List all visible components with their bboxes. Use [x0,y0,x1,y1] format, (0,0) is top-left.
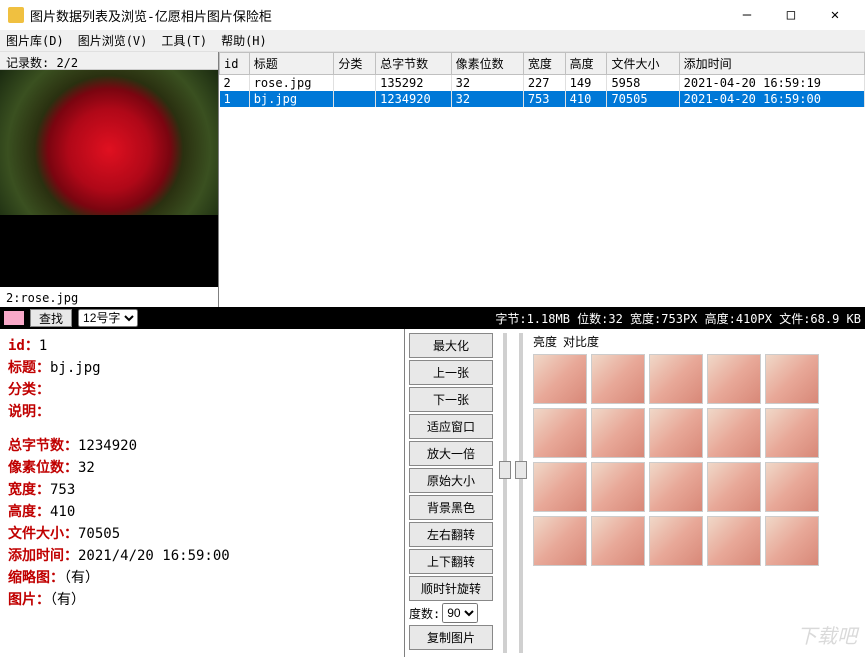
contrast-slider[interactable] [513,329,529,657]
detail-w-label: 宽度： [8,482,50,498]
thumbnail-item[interactable] [707,408,761,458]
detail-cat-label: 分类： [8,382,50,398]
find-button[interactable]: 查找 [30,309,72,327]
fit-btn[interactable]: 适应窗口 [409,414,493,439]
detail-size-value: 70505 [78,526,120,542]
next-btn[interactable]: 下一张 [409,387,493,412]
thumbnail-item[interactable] [533,354,587,404]
thumbnail-item[interactable] [591,516,645,566]
col-title[interactable]: 标题 [249,53,334,75]
detail-id-label: id： [8,338,39,354]
detail-size-label: 文件大小： [8,526,78,542]
thumbnail-item[interactable] [533,516,587,566]
thumbnail-item[interactable] [765,408,819,458]
thumbnail-item[interactable] [765,516,819,566]
brightness-label: 亮度 [533,333,557,350]
thumbnail-item[interactable] [591,354,645,404]
data-table: id 标题 分类 总字节数 像素位数 宽度 高度 文件大小 添加时间 2rose… [218,52,865,307]
flipv-btn[interactable]: 上下翻转 [409,549,493,574]
degree-label: 度数: [409,605,440,622]
rotcw-btn[interactable]: 顺时针旋转 [409,576,493,601]
table-row[interactable]: 2rose.jpg1352923222714959582021-04-20 16… [220,75,865,92]
preview-image[interactable] [0,70,218,287]
detail-bits-label: 像素位数： [8,460,78,476]
detail-pic-label: 图片： [8,592,50,608]
detail-id-value: 1 [39,338,47,354]
copy-btn[interactable]: 复制图片 [409,625,493,650]
col-id[interactable]: id [220,53,250,75]
menu-tools[interactable]: 工具(T) [161,32,207,49]
menu-browse[interactable]: 图片浏览(V) [78,32,148,49]
font-size-select[interactable]: 12号字 [78,309,138,327]
col-cat[interactable]: 分类 [334,53,376,75]
degree-select[interactable]: 90 [442,603,478,623]
thumbnail-item[interactable] [649,408,703,458]
bgblack-btn[interactable]: 背景黑色 [409,495,493,520]
contrast-label: 对比度 [563,333,599,350]
detail-desc-label: 说明： [8,404,50,420]
maximize-button[interactable]: □ [769,1,813,29]
record-count: 记录数: 2/2 [0,52,218,70]
col-w[interactable]: 宽度 [523,53,565,75]
thumbnail-item[interactable] [765,462,819,512]
detail-w-value: 753 [50,482,75,498]
col-h[interactable]: 高度 [565,53,607,75]
zoom2x-btn[interactable]: 放大一倍 [409,441,493,466]
thumbnail-item[interactable] [533,462,587,512]
window-title: 图片数据列表及浏览-亿愿相片图片保险柜 [30,6,725,25]
app-icon [8,7,24,23]
thumbnail-item[interactable] [707,354,761,404]
close-button[interactable]: ✕ [813,1,857,29]
col-time[interactable]: 添加时间 [679,53,864,75]
detail-h-label: 高度： [8,504,50,520]
detail-bits-value: 32 [78,460,95,476]
maximize-btn[interactable]: 最大化 [409,333,493,358]
thumbnail-item[interactable] [591,408,645,458]
color-swatch[interactable] [4,311,24,325]
thumbnail-item[interactable] [707,516,761,566]
col-bits[interactable]: 像素位数 [451,53,523,75]
find-bar: 查找 12号字 字节:1.18MB 位数:32 宽度:753PX 高度:410P… [0,307,865,329]
col-size[interactable]: 文件大小 [607,53,679,75]
detail-title-value: bj.jpg [50,360,101,376]
table-header-row: id 标题 分类 总字节数 像素位数 宽度 高度 文件大小 添加时间 [220,53,865,75]
thumbnail-panel: 亮度 对比度 下载吧 [529,329,865,657]
image-info: 字节:1.18MB 位数:32 宽度:753PX 高度:410PX 文件:68.… [495,310,861,327]
watermark: 下载吧 [797,620,857,649]
detail-time-value: 2021/4/20 16:59:00 [78,548,230,564]
table-row[interactable]: 1bj.jpg123492032753410705052021-04-20 16… [220,91,865,107]
prev-btn[interactable]: 上一张 [409,360,493,385]
menu-library[interactable]: 图片库(D) [6,32,64,49]
thumbnail-item[interactable] [649,516,703,566]
controls-panel: 最大化 上一张 下一张 适应窗口 放大一倍 原始大小 背景黑色 左右翻转 上下翻… [405,329,497,657]
title-bar: 图片数据列表及浏览-亿愿相片图片保险柜 — □ ✕ [0,0,865,30]
detail-pic-value: （有） [50,592,85,608]
brightness-slider[interactable] [497,329,513,657]
fliph-btn[interactable]: 左右翻转 [409,522,493,547]
detail-time-label: 添加时间： [8,548,78,564]
menu-bar: 图片库(D) 图片浏览(V) 工具(T) 帮助(H) [0,30,865,52]
detail-thumb-label: 缩略图： [8,570,64,586]
menu-help[interactable]: 帮助(H) [221,32,267,49]
thumbnail-item[interactable] [765,354,819,404]
detail-h-value: 410 [50,504,75,520]
origsize-btn[interactable]: 原始大小 [409,468,493,493]
minimize-button[interactable]: — [725,1,769,29]
thumbnail-item[interactable] [649,462,703,512]
detail-panel: id：1 标题：bj.jpg 分类： 说明： 总字节数：1234920 像素位数… [0,329,405,657]
col-bytes[interactable]: 总字节数 [376,53,451,75]
detail-bytes-label: 总字节数： [8,438,78,454]
thumbnail-item[interactable] [533,408,587,458]
detail-thumb-value: （有） [64,570,99,586]
detail-title-label: 标题： [8,360,50,376]
preview-label: 2:rose.jpg [0,287,218,307]
thumbnail-item[interactable] [707,462,761,512]
detail-bytes-value: 1234920 [78,438,137,454]
thumbnail-item[interactable] [591,462,645,512]
preview-panel: 记录数: 2/2 2:rose.jpg [0,52,218,307]
thumbnail-item[interactable] [649,354,703,404]
